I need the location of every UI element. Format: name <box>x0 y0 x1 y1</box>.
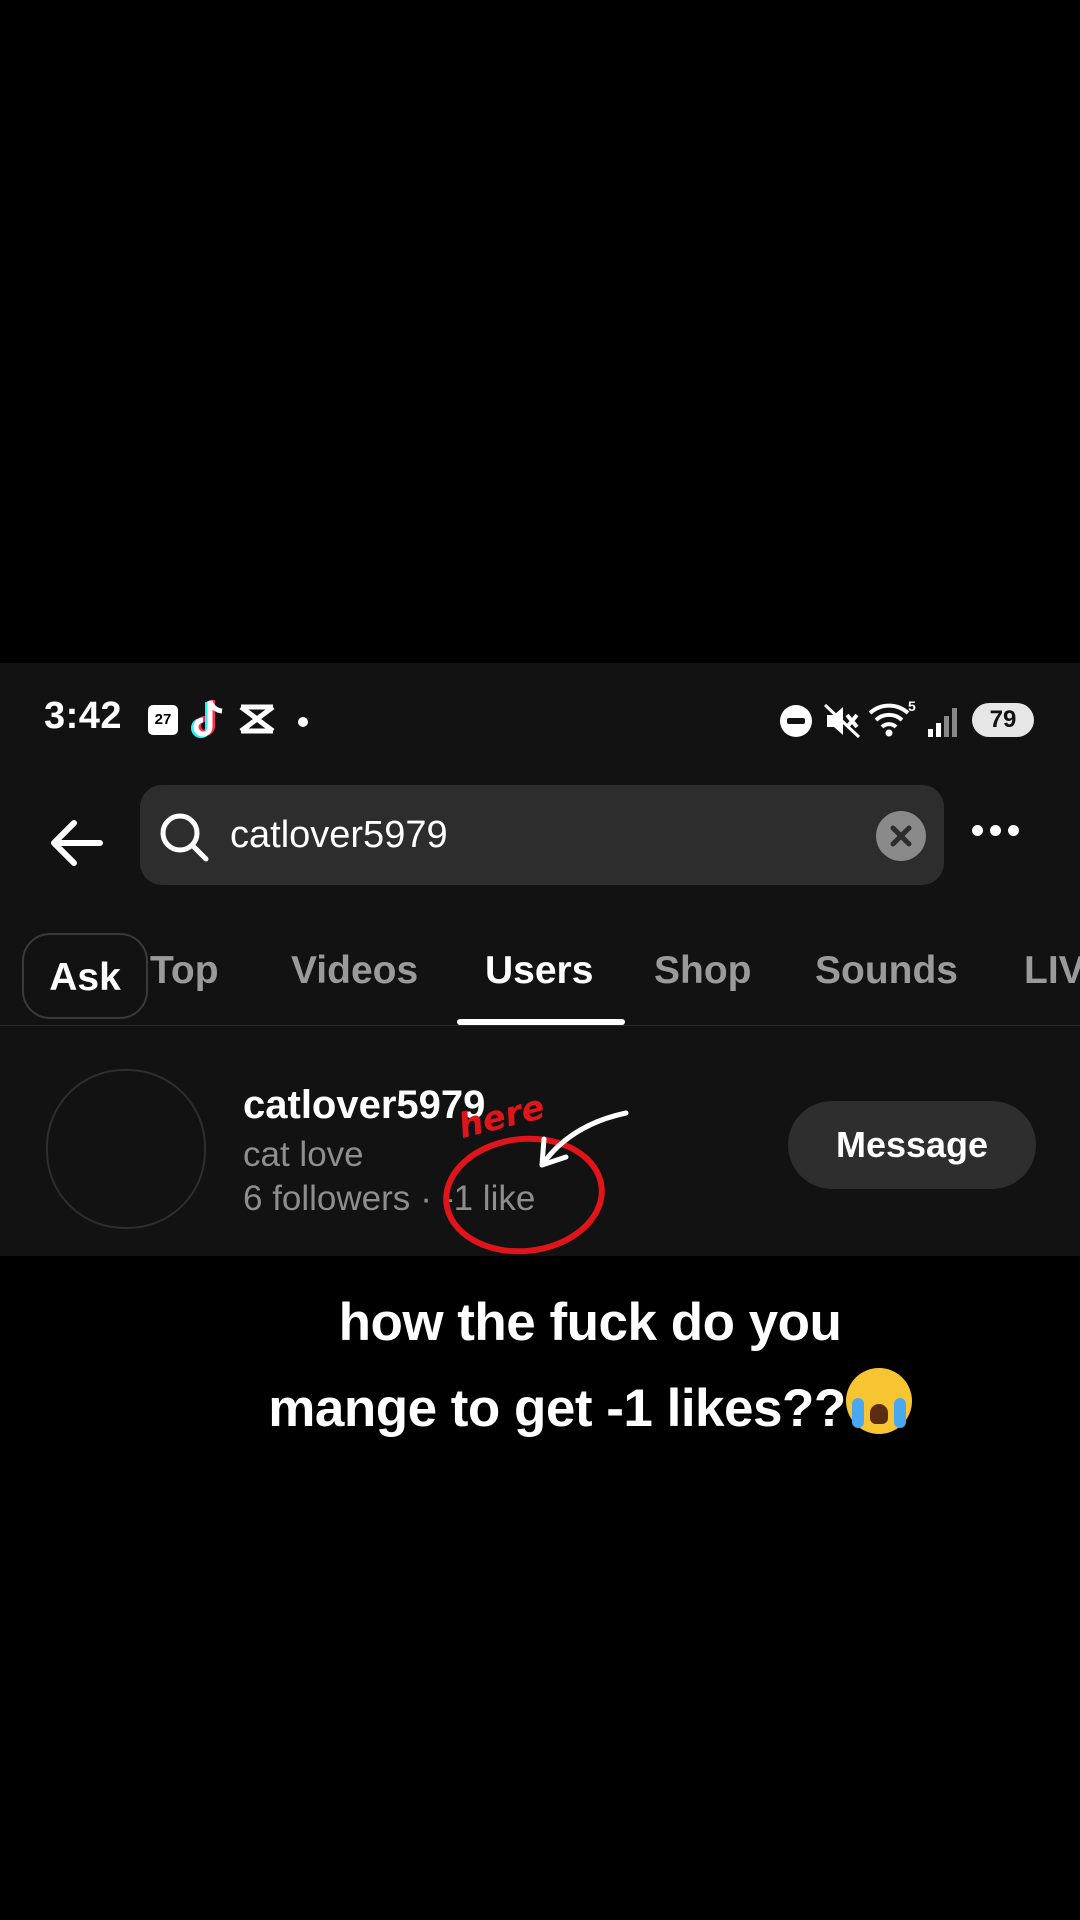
tab-users[interactable]: Users <box>485 949 593 993</box>
tab-sounds[interactable]: Sounds <box>815 949 958 993</box>
search-tabs: Ask Top Videos Users Shop Sounds LIV <box>0 919 1080 1026</box>
signal-icon <box>928 708 957 737</box>
back-arrow-icon[interactable] <box>44 811 108 875</box>
battery-indicator: 79 <box>972 703 1034 737</box>
capcut-icon <box>239 704 275 734</box>
tab-live[interactable]: LIV <box>1024 949 1080 993</box>
more-icon-dot <box>1008 825 1019 836</box>
clear-search-button[interactable] <box>876 811 926 861</box>
search-input[interactable] <box>230 809 830 861</box>
caption-line-1: how the fuck do you <box>338 1293 842 1352</box>
svg-text:5: 5 <box>908 699 916 714</box>
avatar[interactable] <box>46 1069 206 1229</box>
more-options-button[interactable] <box>972 823 1032 853</box>
wifi-icon: 5 <box>868 699 916 737</box>
dnd-icon <box>780 705 812 737</box>
follower-count: 6 followers <box>243 1179 411 1218</box>
nickname: cat love <box>243 1135 364 1174</box>
message-button[interactable]: Message <box>788 1101 1036 1189</box>
tab-top[interactable]: Top <box>150 949 219 993</box>
search-bar[interactable] <box>140 785 944 885</box>
search-icon <box>160 813 209 862</box>
status-bar: 3:42 27 5 79 <box>0 663 1080 773</box>
calendar-icon: 27 <box>148 705 178 735</box>
crying-face-icon <box>845 1368 912 1434</box>
more-icon-dot <box>990 825 1001 836</box>
caption-line-2: mange to get -1 likes?? <box>268 1379 846 1438</box>
tiktok-icon <box>191 700 223 738</box>
active-tab-indicator <box>457 1019 625 1025</box>
tab-videos[interactable]: Videos <box>291 949 418 993</box>
status-time: 3:42 <box>44 695 123 737</box>
mute-icon <box>823 703 861 739</box>
more-icon <box>972 825 983 836</box>
tab-ask[interactable]: Ask <box>22 933 148 1019</box>
dot-icon <box>298 717 308 727</box>
clear-icon <box>890 825 912 847</box>
video-caption: how the fuck do you mange to get -1 like… <box>200 1280 980 1452</box>
caption-line-2-wrap: mange to get -1 likes?? <box>200 1366 980 1452</box>
tab-shop[interactable]: Shop <box>654 949 751 993</box>
